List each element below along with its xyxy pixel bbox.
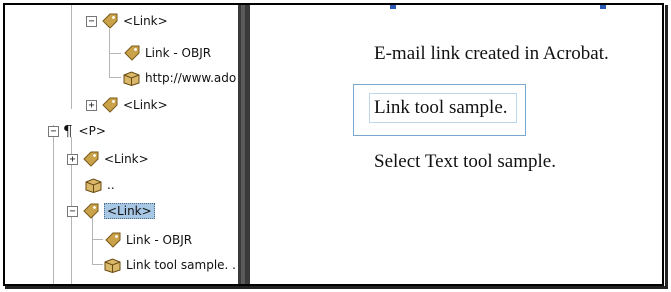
panel-splitter[interactable] xyxy=(238,5,250,284)
tree-node-label: Link - OBJR xyxy=(145,46,212,60)
tree-line xyxy=(109,77,121,78)
collapse-toggle[interactable]: − xyxy=(48,125,59,137)
tree-node-link-selected[interactable]: − <Link> xyxy=(67,201,155,221)
content-box-icon xyxy=(85,177,102,193)
tag-icon xyxy=(105,232,121,248)
expand-toggle[interactable]: + xyxy=(67,153,78,165)
content-box-icon xyxy=(104,257,121,273)
tree-node-label: <Link> xyxy=(123,98,168,112)
tree-node-link[interactable]: + <Link> xyxy=(67,149,149,169)
tree-line xyxy=(92,215,93,265)
tree-line xyxy=(109,53,121,54)
tree-node-paragraph[interactable]: − ¶ <P> xyxy=(48,121,106,141)
tree-node-content[interactable]: .. xyxy=(85,175,115,195)
tree-node-label: <Link> xyxy=(104,152,149,166)
tree-node-label: http://www.ado xyxy=(145,71,237,85)
collapse-toggle[interactable]: − xyxy=(67,205,78,217)
tree-line xyxy=(92,239,103,240)
tag-icon xyxy=(124,45,140,61)
tree-node-content[interactable]: http://www.ado xyxy=(123,68,236,88)
tree-node-label: <Link> xyxy=(104,203,155,219)
tree-node-objr[interactable]: Link - OBJR xyxy=(104,230,192,250)
tag-icon xyxy=(102,13,118,29)
tree-node-label: <P> xyxy=(78,124,106,138)
link-tool-sample-text[interactable]: Link tool sample. xyxy=(374,97,508,119)
tree-node-link[interactable]: − <Link> xyxy=(86,11,168,31)
tree-node-label: .. xyxy=(107,178,115,192)
tree-node-content[interactable]: Link tool sample. . xyxy=(104,255,236,275)
tag-icon xyxy=(83,203,99,219)
screenshot-frame: − <Link> Link - OBJR http://www.ado + <L… xyxy=(3,3,664,286)
tree-node-label: Link tool sample. . xyxy=(126,258,236,272)
tag-icon xyxy=(83,151,99,167)
document-pane: E-mail link created in Acrobat. Link too… xyxy=(250,5,662,284)
tree-line xyxy=(53,125,54,284)
clipped-link-underline xyxy=(390,5,396,9)
tree-node-label: <Link> xyxy=(123,14,168,28)
tree-node-objr[interactable]: Link - OBJR xyxy=(123,43,211,63)
content-box-icon xyxy=(123,70,140,86)
tags-panel: − <Link> Link - OBJR http://www.ado + <L… xyxy=(5,5,238,284)
tree-node-label: Link - OBJR xyxy=(126,233,193,247)
email-link-text[interactable]: E-mail link created in Acrobat. xyxy=(374,43,609,65)
tree-node-link[interactable]: + <Link> xyxy=(86,95,168,115)
pilcrow-icon: ¶ xyxy=(63,122,73,140)
splitter-grip xyxy=(241,5,245,284)
expand-toggle[interactable]: + xyxy=(86,99,97,111)
tree-line xyxy=(92,264,103,265)
tag-icon xyxy=(102,97,118,113)
tree-line xyxy=(71,5,72,109)
collapse-toggle[interactable]: − xyxy=(86,15,97,27)
clipped-link-underline xyxy=(600,5,606,9)
select-text-sample-text[interactable]: Select Text tool sample. xyxy=(374,151,556,173)
